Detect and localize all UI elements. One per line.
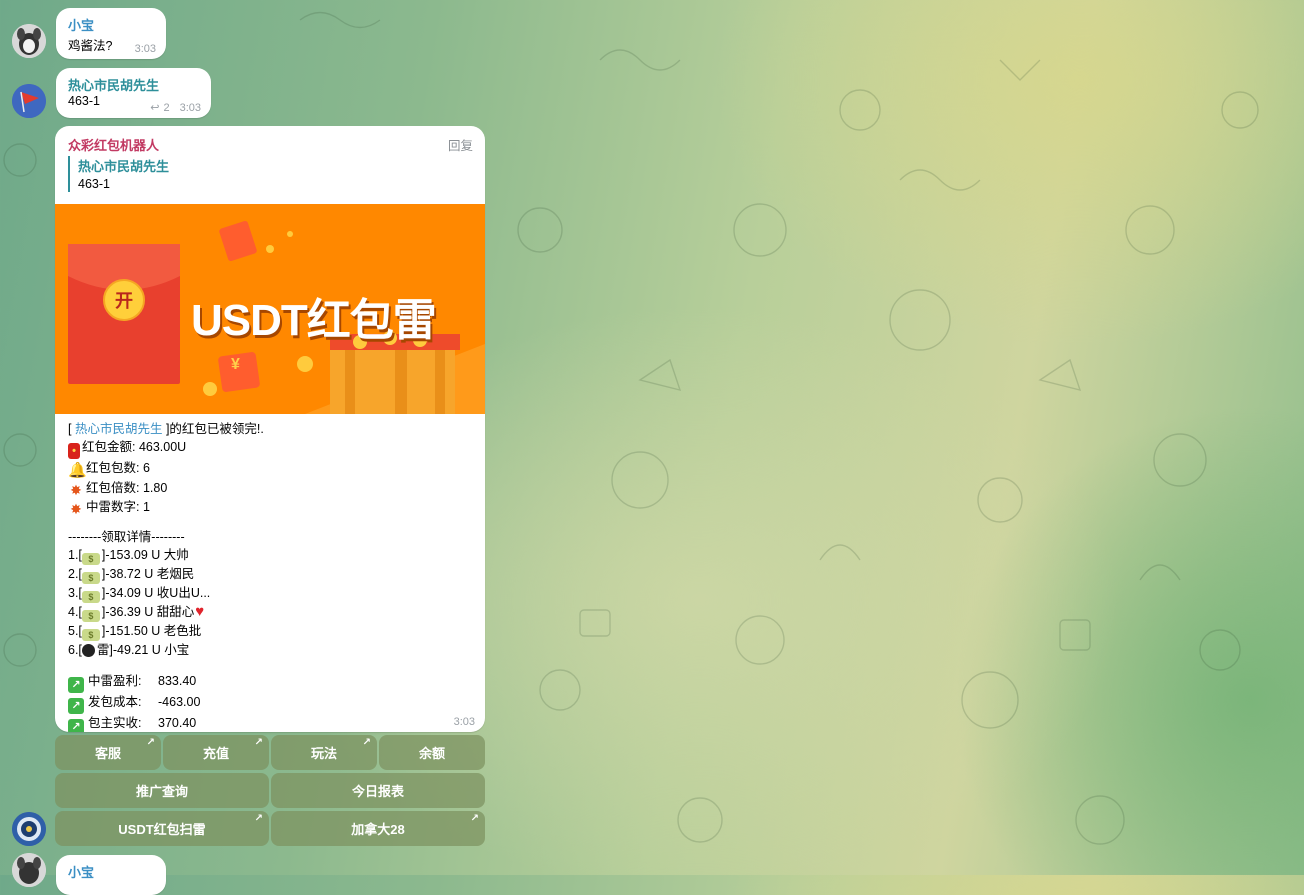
money-icon: $ <box>81 553 100 565</box>
summary-value: 370.40 <box>158 716 197 730</box>
count-text: 红包包数: 6 <box>86 461 150 475</box>
message-time: 3:03 <box>134 43 156 55</box>
banner-title: USDT红包雷 <box>191 296 437 345</box>
chart-up-icon: ↗ <box>68 719 84 732</box>
banner-badge: 开 <box>115 291 133 311</box>
info-mine-number: ✸ 中雷数字: 1 <box>68 498 186 517</box>
message-meta: ↩ 2 3:03 <box>150 101 201 115</box>
usdt-minesweeper-button[interactable]: USDT红包扫雷 ↗ <box>55 811 269 846</box>
recharge-button[interactable]: 充值 ↗ <box>163 735 269 770</box>
reply-link[interactable]: 回复 <box>448 135 473 154</box>
canada28-button[interactable]: 加拿大28 ↗ <box>271 811 485 846</box>
heart-icon: ♥ <box>195 603 205 620</box>
packet-info: • 红包金额: 463.00U 🔔红包包数: 6 ✸ 红包倍数: 1.80 ✸ 中雷数… <box>68 438 186 517</box>
mine-number-text: 中雷数字: 1 <box>86 500 150 514</box>
message-bubble[interactable]: 小宝 <box>56 855 166 895</box>
bot-message-bubble[interactable]: 众彩红包机器人 回复 热心市民胡先生 463-1 开 ¥ USDT红包雷 [ 热… <box>55 126 485 732</box>
message-sender[interactable]: 小宝 <box>68 15 94 34</box>
summary-label: 中雷盈利: <box>88 674 142 688</box>
info-multiplier: ✸ 红包倍数: 1.80 <box>68 479 186 498</box>
banner-symbol: ¥ <box>231 356 240 373</box>
chart-up-icon: ↗ <box>68 677 84 693</box>
bracket-open: [ <box>68 422 75 436</box>
external-link-icon: ↗ <box>146 737 155 748</box>
external-link-icon: ↗ <box>470 813 479 824</box>
details-list: 1.[$]-153.09 U 大帅 2.[$]-38.72 U 老烟民 3.[$… <box>68 546 210 659</box>
avatar-hu[interactable] <box>12 84 46 118</box>
list-item: 5.[$]-151.50 U 老色批 <box>68 624 202 641</box>
multiplier-text: 红包倍数: 1.80 <box>86 481 168 495</box>
list-item: 2.[$]-38.72 U 老烟民 <box>68 567 195 584</box>
avatar-xiaobao[interactable] <box>12 24 46 58</box>
collision-icon: ✸ <box>70 501 82 517</box>
money-icon: $ <box>81 610 100 622</box>
message-time: 3:03 <box>453 716 475 728</box>
summary-label: 包主实收: <box>88 716 142 730</box>
today-report-button[interactable]: 今日报表 <box>271 773 485 808</box>
list-item: 1.[$]-153.09 U 大帅 <box>68 548 189 565</box>
claim-status-line: [ 热心市民胡先生 ]的红包已被领完!. <box>68 420 264 438</box>
referral-query-button[interactable]: 推广查询 <box>55 773 269 808</box>
external-link-icon: ↗ <box>254 813 263 824</box>
summary-label: 发包成本: <box>88 695 142 709</box>
list-item: 3.[$]-34.09 U 收U出U... <box>68 586 211 603</box>
bot-sender[interactable]: 众彩红包机器人 <box>68 135 159 154</box>
list-item: 4.[$]-36.39 U 甜甜心♥ <box>68 603 205 622</box>
summary-row: ↗ 包主实收: 370.40 <box>68 714 200 732</box>
summary-value: 833.40 <box>158 674 197 688</box>
message-bubble[interactable]: 小宝 鸡酱法? 3:03 <box>56 8 166 59</box>
reply-arrow-icon: ↩ <box>150 102 160 114</box>
how-to-play-button[interactable]: 玩法 ↗ <box>271 735 377 770</box>
summary-value: -463.00 <box>158 695 201 709</box>
bomb-icon <box>81 644 95 657</box>
banner-image[interactable]: 开 ¥ USDT红包雷 <box>55 204 485 414</box>
quote-sender: 热心市民胡先生 <box>78 159 170 174</box>
avatar-image <box>12 812 46 846</box>
reply-count[interactable]: 2 <box>163 102 169 114</box>
details-header: --------领取详情-------- <box>68 530 185 544</box>
quote-block[interactable]: 热心市民胡先生 463-1 <box>68 156 169 192</box>
message-time: 3:03 <box>179 101 201 114</box>
chart-up-icon: ↗ <box>68 698 84 714</box>
external-link-icon: ↗ <box>362 737 371 748</box>
avatar-bot[interactable] <box>12 812 46 846</box>
message-bubble[interactable]: 热心市民胡先生 463-1 ↩ 2 3:03 <box>56 68 211 118</box>
message-sender[interactable]: 热心市民胡先生 <box>68 75 159 94</box>
avatar-xiaobao[interactable] <box>12 853 46 887</box>
bell-icon: 🔔 <box>68 462 87 479</box>
red-envelope-icon: • <box>68 443 80 459</box>
balance-button[interactable]: 余额 <box>379 735 485 770</box>
avatar-image <box>12 853 46 887</box>
message-text: 鸡酱法? <box>68 39 113 53</box>
claim-status-text: ]的红包已被领完!. <box>162 422 264 436</box>
avatar-image <box>12 24 46 58</box>
customer-service-button[interactable]: 客服 ↗ <box>55 735 161 770</box>
summary-row: ↗ 中雷盈利: 833.40 <box>68 672 200 693</box>
amount-text: 红包金额: 463.00U <box>82 440 187 454</box>
claimer-link[interactable]: 热心市民胡先生 <box>75 422 163 436</box>
info-amount: • 红包金额: 463.00U <box>68 438 186 459</box>
collision-icon: ✸ <box>70 482 82 498</box>
message-text: 463-1 <box>68 94 100 108</box>
money-icon: $ <box>81 629 100 641</box>
money-icon: $ <box>81 572 100 584</box>
message-sender[interactable]: 小宝 <box>68 862 94 881</box>
avatar-image <box>12 84 46 118</box>
summary: ↗ 中雷盈利: 833.40 ↗ 发包成本: -463.00 ↗ 包主实收: 370.40 <box>68 672 200 732</box>
info-count: 🔔红包包数: 6 <box>68 459 186 479</box>
quote-text: 463-1 <box>78 177 110 191</box>
summary-row: ↗ 发包成本: -463.00 <box>68 693 200 714</box>
money-icon: $ <box>81 591 100 603</box>
external-link-icon: ↗ <box>254 737 263 748</box>
list-item: 6.[雷]-49.21 U 小宝 <box>68 643 190 657</box>
